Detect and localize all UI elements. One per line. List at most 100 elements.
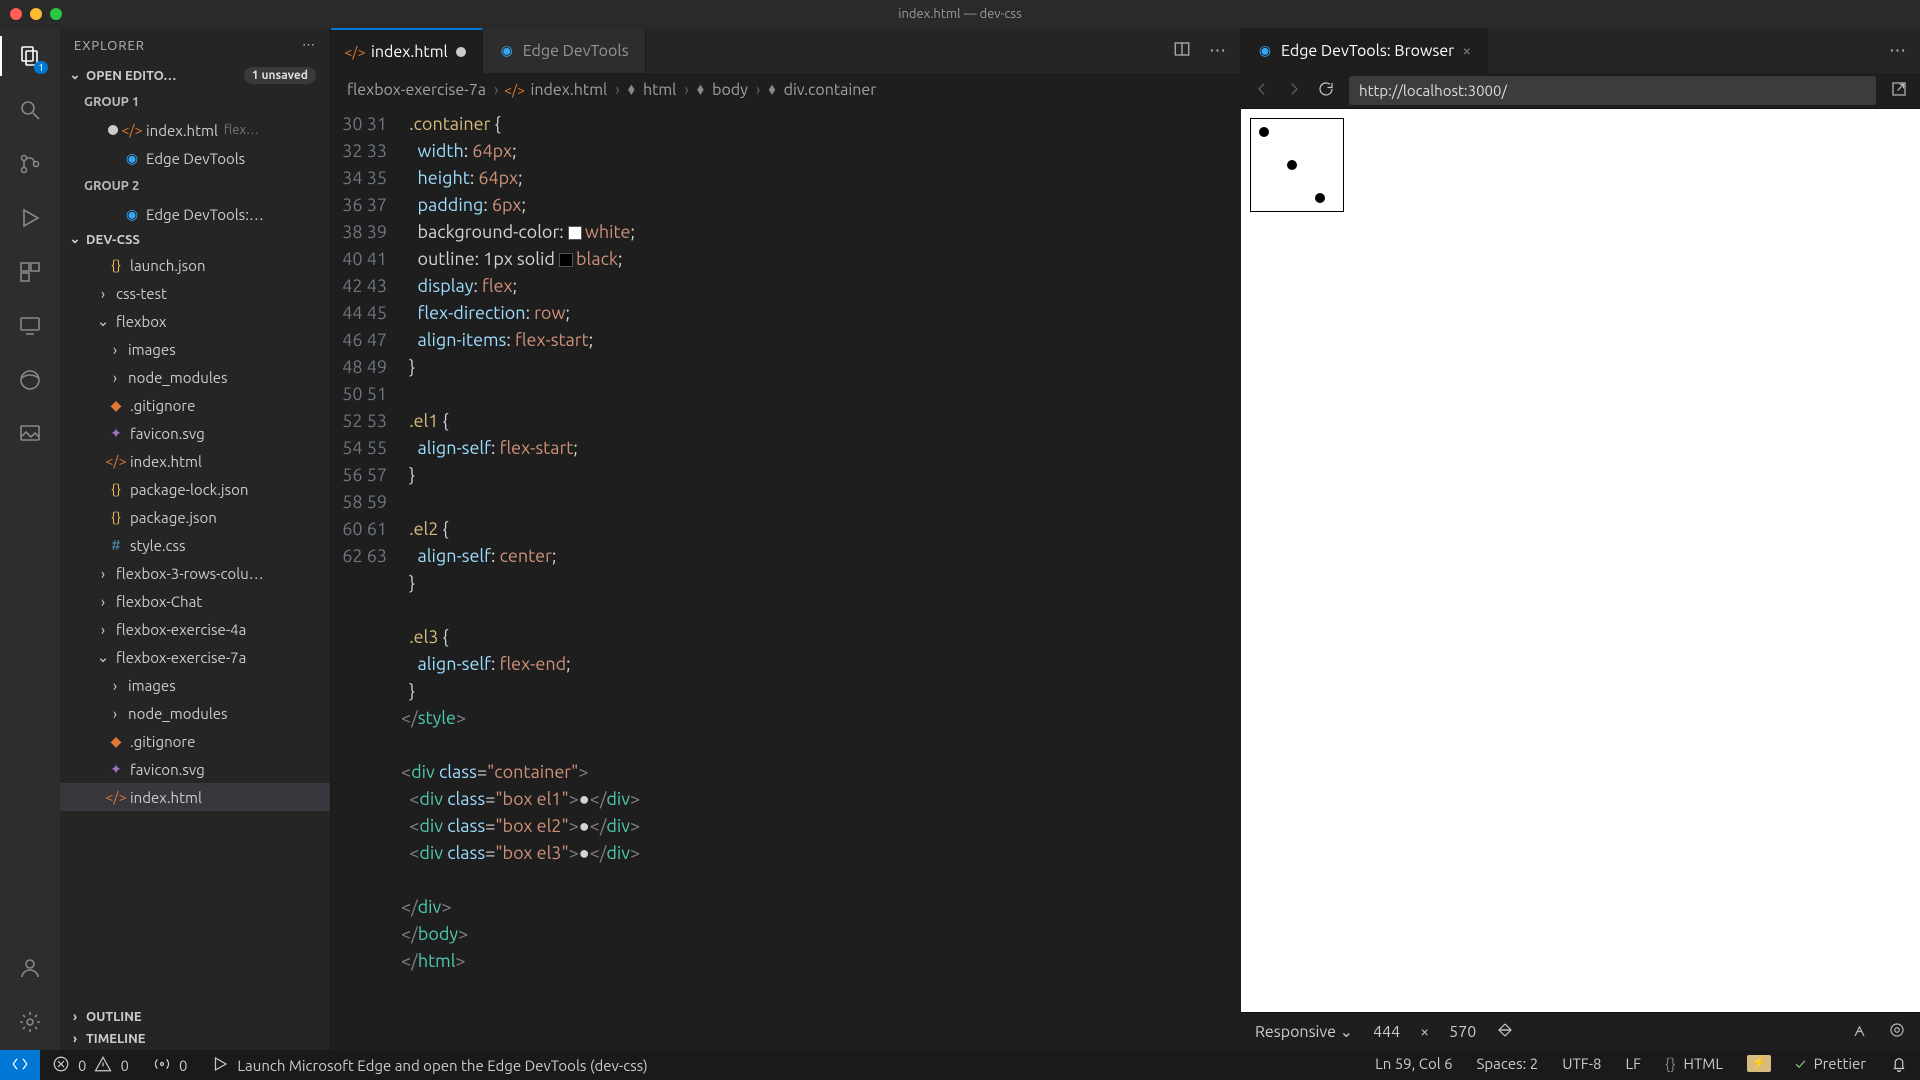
encoding-status[interactable]: UTF-8 — [1550, 1055, 1613, 1072]
folder-flexbox[interactable]: ⌄flexbox — [60, 307, 330, 335]
cursor-position[interactable]: Ln 59, Col 6 — [1363, 1055, 1464, 1072]
responsive-dropdown[interactable]: Responsive ⌄ — [1255, 1022, 1353, 1041]
title-bar: index.html — dev-css — [0, 0, 1920, 28]
browser-viewport[interactable] — [1241, 109, 1920, 1012]
editor-more-icon[interactable]: ⋯ — [1209, 41, 1226, 61]
launch-task[interactable]: Launch Microsoft Edge and open the Edge … — [199, 1050, 659, 1080]
dirty-indicator-icon — [108, 125, 118, 135]
open-editor-devtools-browser[interactable]: ◉Edge DevTools:… — [60, 200, 330, 228]
line-gutter: 30 31 32 33 34 35 36 37 38 39 40 41 42 4… — [331, 107, 401, 1050]
tab-index-html[interactable]: </>index.html — [331, 28, 483, 73]
activity-bar: 1 — [0, 28, 60, 1050]
source-control-icon[interactable] — [16, 150, 44, 178]
breadcrumbs[interactable]: flexbox-exercise-7a› </>index.html› ⬧htm… — [331, 73, 1240, 107]
window-controls — [10, 8, 62, 20]
search-icon[interactable] — [16, 96, 44, 124]
folder-fb3[interactable]: ›flexbox-3-rows-colu… — [60, 559, 330, 587]
code-text[interactable]: .container { width: 64px; height: 64px; … — [401, 107, 640, 1050]
folder-node-7a[interactable]: ›node_modules — [60, 699, 330, 727]
edge-tools-icon[interactable] — [16, 366, 44, 394]
dot-1 — [1259, 127, 1269, 137]
dot-2 — [1287, 160, 1297, 170]
editor-tabs: </>index.html ◉Edge DevTools ⋯ — [331, 28, 1240, 73]
reload-icon[interactable] — [1317, 80, 1335, 102]
timeline-section[interactable]: ›TIMELINE — [60, 1028, 330, 1050]
language-status[interactable]: {} HTML — [1653, 1055, 1735, 1072]
file-favicon[interactable]: ✦favicon.svg — [60, 419, 330, 447]
folder-images-7a[interactable]: ›images — [60, 671, 330, 699]
account-icon[interactable] — [16, 954, 44, 982]
status-bar: 0 0 0 Launch Microsoft Edge and open the… — [0, 1050, 1920, 1080]
explorer-sidebar: EXPLORER ⋯ ⌄ OPEN EDITO… 1 unsaved GROUP… — [60, 28, 330, 1050]
open-editor-index[interactable]: </>index.htmlflex… — [60, 116, 330, 144]
editor-group-2: ◉Edge DevTools: Browser× ⋯ Responsive ⌄ … — [1240, 28, 1920, 1050]
remote-indicator[interactable] — [0, 1050, 40, 1080]
open-editor-devtools[interactable]: ◉Edge DevTools — [60, 144, 330, 172]
folder-node-modules[interactable]: ›node_modules — [60, 363, 330, 391]
close-dim-icon[interactable]: × — [1420, 1023, 1429, 1041]
remote-explorer-icon[interactable] — [16, 312, 44, 340]
editor-group-1: </>index.html ◉Edge DevTools ⋯ flexbox-e… — [330, 28, 1240, 1050]
preview-more-icon[interactable]: ⋯ — [1889, 41, 1906, 61]
screenshot-icon[interactable] — [1852, 1021, 1870, 1043]
split-editor-icon[interactable] — [1173, 40, 1191, 62]
extensions-icon[interactable] — [16, 258, 44, 286]
window-title: index.html — dev-css — [898, 7, 1021, 21]
problems-status[interactable]: 0 0 — [40, 1050, 141, 1080]
file-favicon-7a[interactable]: ✦favicon.svg — [60, 755, 330, 783]
settings-icon[interactable] — [1888, 1021, 1906, 1043]
explorer-badge: 1 — [34, 61, 48, 74]
outline-section[interactable]: ›OUTLINE — [60, 1006, 330, 1028]
folder-fb7a[interactable]: ⌄flexbox-exercise-7a — [60, 643, 330, 671]
explorer-icon[interactable]: 1 — [16, 42, 44, 70]
maximize-window-button[interactable] — [50, 8, 62, 20]
indent-status[interactable]: Spaces: 2 — [1465, 1055, 1551, 1072]
folder-fbchat[interactable]: ›flexbox-Chat — [60, 587, 330, 615]
viewport-width[interactable]: 444 — [1373, 1023, 1400, 1041]
forward-icon[interactable] — [1285, 80, 1303, 102]
file-launch-json[interactable]: {}launch.json — [60, 251, 330, 279]
notifications-icon[interactable] — [1878, 1055, 1920, 1076]
project-section[interactable]: ⌄DEV-CSS — [60, 228, 330, 251]
tab-devtools-browser[interactable]: ◉Edge DevTools: Browser× — [1241, 28, 1488, 73]
open-external-icon[interactable] — [1890, 80, 1908, 102]
url-input[interactable] — [1349, 76, 1876, 105]
open-editors-group-2: GROUP 2 — [60, 172, 330, 200]
run-debug-icon[interactable] — [16, 204, 44, 232]
open-editors-section[interactable]: ⌄ OPEN EDITO… 1 unsaved — [60, 63, 330, 88]
eol-status[interactable]: LF — [1614, 1055, 1654, 1072]
folder-fb4a[interactable]: ›flexbox-exercise-4a — [60, 615, 330, 643]
live-preview-status[interactable]: ⚡ — [1735, 1055, 1783, 1072]
tab-edge-devtools[interactable]: ◉Edge DevTools — [483, 28, 646, 73]
code-editor[interactable]: 30 31 32 33 34 35 36 37 38 39 40 41 42 4… — [331, 107, 1240, 1050]
radio-icon — [153, 1055, 171, 1076]
file-index-root[interactable]: </>index.html — [60, 447, 330, 475]
settings-gear-icon[interactable] — [16, 1008, 44, 1036]
folder-images[interactable]: ›images — [60, 335, 330, 363]
open-editors-group-1: GROUP 1 — [60, 88, 330, 116]
rotate-icon[interactable] — [1496, 1021, 1514, 1043]
explorer-more-icon[interactable]: ⋯ — [302, 38, 316, 53]
file-index-7a[interactable]: </>index.html — [60, 783, 330, 811]
minimize-window-button[interactable] — [30, 8, 42, 20]
explorer-title: EXPLORER — [74, 39, 145, 53]
prettier-status[interactable]: Prettier — [1783, 1055, 1878, 1072]
browser-toolbar — [1241, 73, 1920, 109]
folder-css-test[interactable]: ›css-test — [60, 279, 330, 307]
close-window-button[interactable] — [10, 8, 22, 20]
file-icon: </> — [507, 82, 523, 98]
file-pkg[interactable]: {}package.json — [60, 503, 330, 531]
file-gitignore[interactable]: ◆.gitignore — [60, 391, 330, 419]
close-tab-icon[interactable]: × — [1462, 42, 1471, 60]
viewport-height[interactable]: 570 — [1449, 1023, 1476, 1041]
file-pkg-lock[interactable]: {}package-lock.json — [60, 475, 330, 503]
back-icon[interactable] — [1253, 80, 1271, 102]
rendered-container — [1251, 119, 1343, 211]
file-gitignore-7a[interactable]: ◆.gitignore — [60, 727, 330, 755]
file-tree: {}launch.json ›css-test ⌄flexbox ›images… — [60, 251, 330, 1006]
file-style[interactable]: #style.css — [60, 531, 330, 559]
error-icon — [52, 1055, 70, 1076]
device-toolbar: Responsive ⌄ 444 × 570 — [1241, 1012, 1920, 1050]
ports-status[interactable]: 0 — [141, 1050, 199, 1080]
image-preview-icon[interactable] — [16, 420, 44, 448]
